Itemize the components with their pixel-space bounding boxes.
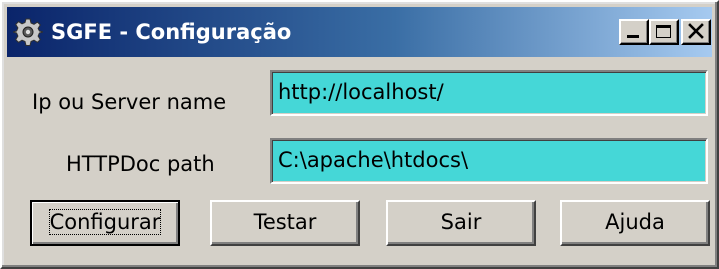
maximize-button[interactable]: [649, 19, 679, 45]
maximize-icon: [656, 25, 671, 38]
sair-button[interactable]: Sair: [386, 200, 536, 246]
configurar-label: Configurar: [48, 209, 162, 235]
minimize-icon: [627, 35, 639, 38]
close-icon: [688, 23, 704, 39]
ip-server-input[interactable]: http://localhost/: [270, 70, 708, 116]
configurar-button[interactable]: Configurar: [30, 200, 180, 246]
testar-button[interactable]: Testar: [210, 200, 360, 246]
httpdoc-path-input[interactable]: C:\apache\htdocs\: [270, 138, 708, 184]
minimize-button[interactable]: [619, 19, 649, 45]
ip-label: Ip ou Server name: [32, 90, 227, 114]
close-button[interactable]: [681, 19, 711, 45]
gear-icon[interactable]: [11, 17, 45, 47]
window-title: SGFE - Configuração: [51, 20, 292, 44]
title-bar[interactable]: SGFE - Configuração: [7, 7, 712, 57]
config-window: SGFE - Configuração Ip ou Server name ht…: [0, 0, 719, 269]
httpdoc-label: HTTPDoc path: [66, 152, 215, 176]
ajuda-button[interactable]: Ajuda: [560, 200, 710, 246]
